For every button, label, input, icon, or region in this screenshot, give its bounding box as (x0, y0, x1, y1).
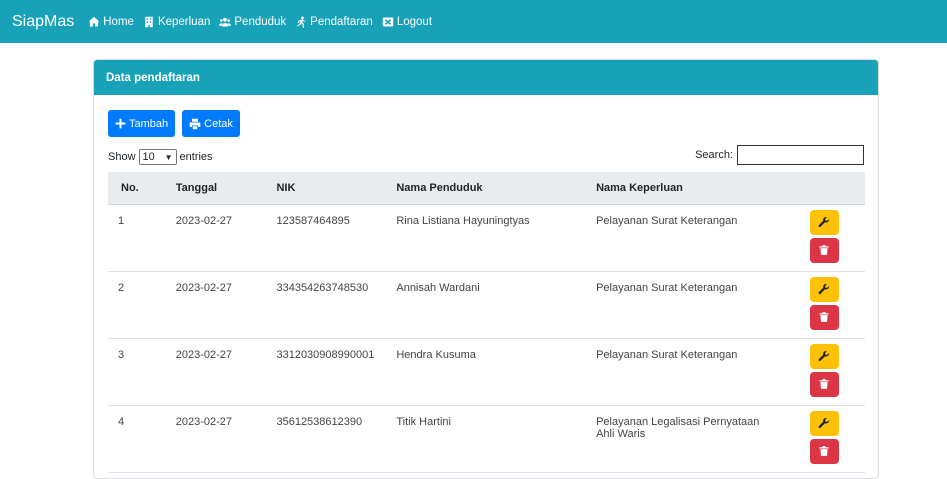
registration-table: No. Tanggal NIK Nama Penduduk Nama Keper… (108, 172, 865, 473)
edit-button[interactable] (809, 410, 839, 436)
wrench-icon (818, 350, 830, 362)
add-button[interactable]: Tambah (108, 110, 176, 137)
edit-button[interactable] (809, 209, 839, 235)
cell-keperluan: Pelayanan Legalisasi Pernyataan Ahli War… (596, 415, 760, 440)
registration-card: Data pendaftaran Tambah Cetak Show 10 ▼ … (93, 59, 879, 479)
table-row: 4 2023-02-27 35612538612390 Titik Hartin… (108, 405, 865, 472)
chevron-down-icon: ▼ (164, 152, 173, 162)
nav-logout[interactable]: Logout (382, 16, 432, 28)
print-button-label: Cetak (204, 117, 233, 130)
search-input[interactable] (737, 145, 864, 165)
print-icon (189, 118, 201, 129)
trash-icon (819, 446, 829, 456)
header-tanggal[interactable]: Tanggal (164, 172, 266, 205)
wrench-icon (818, 216, 830, 228)
edit-button[interactable] (809, 343, 839, 369)
nav-keperluan-label: Keperluan (157, 15, 211, 28)
table-row: 1 2023-02-27 123587464895 Rina Listiana … (108, 204, 865, 271)
header-nama-penduduk[interactable]: Nama Penduduk (385, 172, 586, 205)
delete-button[interactable] (809, 438, 839, 464)
cell-nama: Hendra Kusuma (396, 348, 476, 361)
add-button-label: Tambah (129, 117, 169, 130)
trash-icon (819, 245, 829, 255)
show-suffix: entries (179, 151, 213, 163)
running-icon (297, 16, 306, 28)
users-icon (219, 17, 232, 26)
delete-button[interactable] (809, 304, 839, 330)
entries-select[interactable]: 10 ▼ (138, 149, 177, 165)
nav-penduduk[interactable]: Penduduk (219, 16, 286, 28)
cell-keperluan: Pelayanan Surat Keterangan (596, 214, 738, 227)
nav-home-label: Home (103, 15, 134, 28)
cell-tanggal: 2023-02-27 (175, 281, 233, 294)
header-nama-keperluan[interactable]: Nama Keperluan (585, 172, 784, 205)
cell-tanggal: 2023-02-27 (175, 348, 233, 361)
building-icon (145, 16, 153, 27)
cell-nik: 123587464895 (276, 214, 350, 227)
top-navbar: SiapMas Home Keperluan Penduduk Pendafta… (0, 0, 947, 43)
cell-nama: Annisah Wardani (396, 281, 480, 294)
nav-pendaftaran-label: Pendaftaran (310, 15, 373, 28)
cell-actions (783, 338, 865, 405)
action-buttons: Tambah Cetak (108, 110, 240, 137)
card-title: Data pendaftaran (94, 60, 878, 95)
wrench-icon (818, 417, 830, 429)
logout-icon (382, 17, 394, 26)
trash-icon (819, 312, 829, 322)
cell-actions (783, 271, 865, 338)
cell-tanggal: 2023-02-27 (175, 415, 233, 428)
cell-no: 3 (118, 348, 125, 361)
plus-icon (115, 118, 126, 129)
cell-no: 4 (118, 415, 125, 428)
delete-button[interactable] (809, 371, 839, 397)
show-prefix: Show (108, 151, 136, 163)
wrench-icon (818, 283, 830, 295)
nav-penduduk-label: Penduduk (234, 15, 287, 28)
table-header-row: No. Tanggal NIK Nama Penduduk Nama Keper… (108, 172, 865, 205)
show-entries: Show 10 ▼ entries (108, 149, 213, 165)
table-row: 2 2023-02-27 334354263748530 Annisah War… (108, 271, 865, 338)
nav-pendaftaran[interactable]: Pendaftaran (295, 16, 373, 28)
cell-actions (783, 405, 865, 472)
header-actions (783, 172, 865, 205)
cell-keperluan: Pelayanan Surat Keterangan (596, 281, 738, 294)
print-button[interactable]: Cetak (182, 110, 240, 137)
header-no[interactable]: No. (108, 172, 165, 205)
cell-no: 2 (118, 281, 125, 294)
search-box: Search: (695, 145, 864, 165)
nav-logout-label: Logout (396, 15, 433, 28)
cell-nama: Titik Hartini (396, 415, 451, 428)
brand-logo[interactable]: SiapMas (12, 13, 74, 31)
trash-icon (819, 379, 829, 389)
cell-nik: 3312030908990001 (276, 348, 375, 361)
edit-button[interactable] (809, 276, 839, 302)
cell-nama: Rina Listiana Hayuningtyas (396, 214, 530, 227)
table-row: 3 2023-02-27 3312030908990001 Hendra Kus… (108, 338, 865, 405)
cell-keperluan: Pelayanan Surat Keterangan (596, 348, 738, 361)
cell-tanggal: 2023-02-27 (175, 214, 233, 227)
entries-select-value: 10 (142, 151, 155, 163)
cell-no: 1 (118, 214, 125, 227)
cell-actions (783, 204, 865, 271)
nav-keperluan[interactable]: Keperluan (143, 16, 210, 28)
search-label: Search: (695, 149, 733, 161)
cell-nik: 35612538612390 (276, 415, 363, 428)
header-nik[interactable]: NIK (265, 172, 386, 205)
home-icon (89, 16, 100, 26)
cell-nik: 334354263748530 (276, 281, 369, 294)
delete-button[interactable] (809, 237, 839, 263)
nav-home[interactable]: Home (88, 16, 134, 28)
